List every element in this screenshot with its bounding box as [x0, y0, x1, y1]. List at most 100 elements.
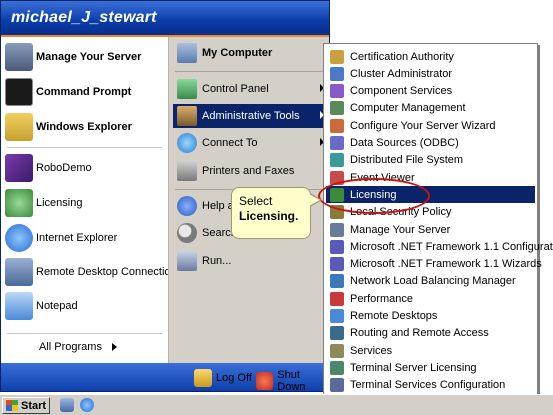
submenu-item-label: Terminal Services Configuration: [350, 379, 506, 392]
submenu-item[interactable]: Terminal Services Configuration: [326, 377, 535, 394]
right-item-control-panel[interactable]: Control Panel: [173, 77, 328, 101]
key-icon: [194, 369, 212, 387]
submenu-item-label: Routing and Remote Access: [350, 327, 489, 340]
submenu-item-label: Component Services: [350, 85, 453, 98]
tool-icon: [330, 118, 344, 133]
show-desktop-icon[interactable]: [60, 398, 74, 412]
tool-icon: [330, 239, 344, 254]
start-menu-header: michael_J_stewart: [1, 1, 329, 37]
right-item-printers-faxes[interactable]: Printers and Faxes: [173, 159, 328, 183]
submenu-item[interactable]: Network Load Balancing Manager: [326, 273, 535, 290]
left-item-manage-your-server[interactable]: Manage Your Server: [5, 43, 141, 71]
help-icon: [177, 196, 197, 216]
submenu-item[interactable]: Performance: [326, 290, 535, 307]
tool-icon: [330, 360, 344, 375]
manage-server-icon: [5, 43, 33, 71]
left-item-windows-explorer[interactable]: Windows Explorer: [5, 113, 132, 141]
tool-icon: [330, 222, 344, 237]
right-separator: [175, 71, 325, 72]
left-item-licensing[interactable]: Licensing: [5, 189, 82, 217]
tool-icon: [330, 66, 344, 81]
robodemo-icon: [5, 154, 33, 182]
log-off-button[interactable]: Log Off: [194, 369, 252, 387]
submenu-item-label: Computer Management: [350, 102, 466, 115]
submenu-item-label: Microsoft .NET Framework 1.1 Configurati…: [350, 240, 553, 253]
right-item-run[interactable]: Run...: [173, 249, 328, 273]
printers-faxes-icon: [177, 161, 197, 181]
run-icon: [177, 251, 197, 271]
command-prompt-icon: [5, 78, 33, 106]
submenu-item[interactable]: Configure Your Server Wizard: [326, 117, 535, 134]
submenu-item-label: Remote Desktops: [350, 310, 438, 322]
left-column: Manage Your Server Command Prompt Window…: [1, 37, 177, 363]
power-icon: [256, 372, 274, 390]
submenu-item[interactable]: Routing and Remote Access: [326, 325, 535, 342]
control-panel-icon: [177, 79, 197, 99]
submenu-item[interactable]: Computer Management: [326, 100, 535, 117]
submenu-item[interactable]: Distributed File System: [326, 152, 535, 169]
submenu-item[interactable]: Remote Desktops: [326, 308, 535, 325]
tool-icon: [330, 378, 344, 393]
internet-explorer-icon: [5, 224, 33, 252]
chevron-right-icon: [111, 343, 117, 351]
callout-line-2: Licensing.: [239, 209, 299, 223]
instruction-callout: Select Licensing.: [231, 187, 311, 239]
tool-icon: [330, 49, 344, 64]
submenu-item-label: Services: [350, 344, 393, 357]
left-item-internet-explorer[interactable]: Internet Explorer: [5, 224, 117, 252]
submenu-item[interactable]: Microsoft .NET Framework 1.1 Wizards: [326, 256, 542, 273]
left-item-notepad[interactable]: Notepad: [5, 292, 78, 320]
left-separator-bottom: [7, 333, 162, 334]
submenu-item-label: Manage Your Server: [350, 223, 451, 236]
tool-icon: [330, 291, 344, 306]
tool-icon: [330, 274, 344, 289]
windows-explorer-icon: [5, 113, 33, 141]
left-item-command-prompt[interactable]: Command Prompt: [5, 78, 131, 106]
left-item-remote-desktop[interactable]: Remote Desktop Connection: [5, 258, 177, 286]
submenu-item-label: Performance: [350, 292, 413, 305]
tool-icon: [330, 84, 344, 99]
submenu-item[interactable]: Terminal Server Licensing: [326, 359, 535, 376]
connect-to-icon: [177, 133, 197, 153]
right-item-connect-to[interactable]: Connect To: [173, 131, 328, 155]
tool-icon: [330, 153, 344, 168]
callout-line-1: Select: [239, 194, 273, 208]
licensing-icon: [5, 189, 33, 217]
search-icon: [177, 223, 197, 243]
submenu-item[interactable]: Certification Authority: [326, 48, 535, 65]
start-button[interactable]: Start: [2, 397, 50, 414]
submenu-item-label: Distributed File System: [350, 154, 464, 167]
notepad-icon: [5, 292, 33, 320]
tool-icon: [330, 101, 344, 116]
submenu-item-label: Data Sources (ODBC): [350, 137, 459, 149]
submenu-item-label: Terminal Server Licensing: [350, 361, 477, 374]
taskbar: Start: [0, 394, 553, 415]
submenu-item-label: Network Load Balancing Manager: [350, 275, 516, 288]
submenu-item-label: Configure Your Server Wizard: [350, 119, 496, 132]
submenu-item[interactable]: Component Services: [326, 83, 535, 100]
left-item-robodemo[interactable]: RoboDemo: [5, 154, 92, 182]
shut-down-button[interactable]: Shut Down: [256, 369, 329, 391]
annotation-ellipse: [318, 178, 430, 214]
callout-pointer-fill: [309, 194, 320, 206]
remote-desktop-icon: [5, 258, 33, 286]
right-item-my-computer[interactable]: My Computer: [173, 41, 328, 65]
all-programs-button[interactable]: All Programs: [39, 341, 117, 353]
internet-explorer-icon[interactable]: [80, 398, 94, 412]
submenu-item[interactable]: Microsoft .NET Framework 1.1 Configurati…: [326, 238, 553, 255]
submenu-item[interactable]: Services: [326, 342, 535, 359]
tool-icon: [330, 343, 344, 358]
administrative-tools-icon: [177, 106, 197, 126]
tool-icon: [330, 326, 344, 341]
submenu-item[interactable]: Manage Your Server: [326, 221, 535, 238]
submenu-item[interactable]: Data Sources (ODBC): [326, 135, 535, 152]
right-item-administrative-tools[interactable]: Administrative Tools: [173, 104, 328, 128]
submenu-item-label: Certification Authority: [350, 50, 454, 63]
tool-icon: [330, 257, 344, 272]
submenu-item-label: Microsoft .NET Framework 1.1 Wizards: [350, 258, 542, 271]
submenu-item-label: Cluster Administrator: [350, 67, 453, 80]
tool-icon: [330, 309, 344, 323]
submenu-item[interactable]: Cluster Administrator: [326, 65, 535, 82]
windows-logo-icon: [6, 400, 18, 411]
all-programs-label: All Programs: [39, 341, 102, 353]
